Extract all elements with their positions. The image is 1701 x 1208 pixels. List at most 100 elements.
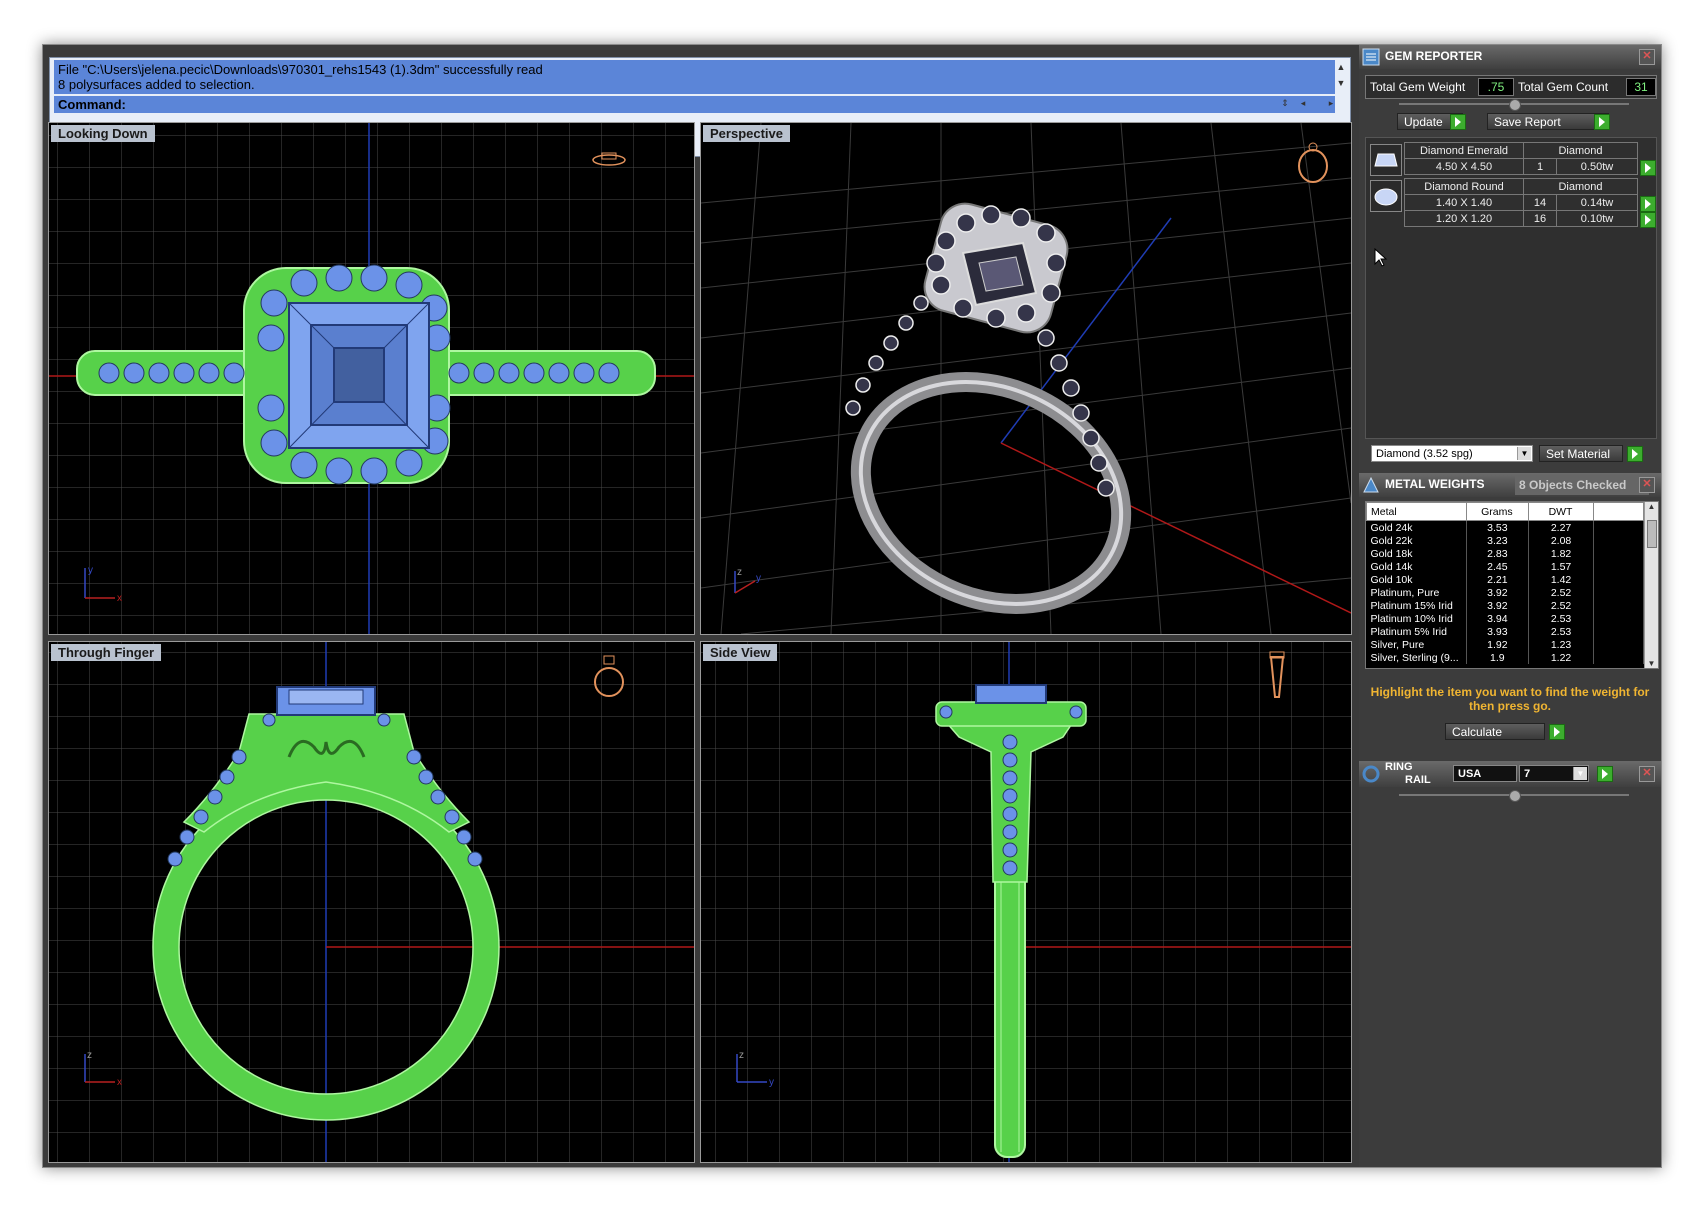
metal-weights-status: 8 Objects Checked	[1515, 475, 1649, 495]
metal-weights-list[interactable]: Metal Grams DWT Gold 24k 3.53 2.27 Gold 22k…	[1365, 501, 1659, 669]
metal-dwt: 2.52	[1528, 599, 1595, 612]
history-line-2: 8 polysurfaces added to selection.	[58, 77, 255, 92]
viewport-title[interactable]: Through Finger	[51, 644, 162, 661]
rhino-window: File "C:\Users\jelena.pecic\Downloads\97…	[42, 44, 1662, 1168]
material-select[interactable]: Diamond (3.52 spg) ▼	[1371, 445, 1533, 462]
splitter-knob[interactable]	[1509, 99, 1521, 111]
metal-weights-header: METAL WEIGHTS 8 Objects Checked ✕	[1359, 473, 1661, 497]
save-report-go-icon[interactable]	[1594, 114, 1610, 130]
metal-grams: 1.92	[1466, 638, 1529, 651]
scroll-up-icon[interactable]: ▲	[1645, 502, 1658, 511]
metal-dwt: 1.42	[1528, 573, 1595, 586]
calculate-go-icon[interactable]	[1549, 724, 1565, 740]
gem-material: Diamond	[1523, 178, 1638, 195]
column-header[interactable]: Grams	[1465, 502, 1529, 521]
splitter-knob[interactable]	[1509, 790, 1521, 802]
metal-grams: 1.9	[1466, 651, 1529, 664]
ring-render	[845, 202, 1132, 614]
history-forward-icon[interactable]: ▸	[1324, 96, 1338, 110]
metal-weights-rows: Gold 24k 3.53 2.27 Gold 22k 3.23 2.08 Gold 18k…	[1366, 520, 1644, 664]
scroll-thumb[interactable]	[1647, 520, 1657, 548]
gem-weight: 0.10tw	[1556, 210, 1638, 227]
set-material-button[interactable]: Set Material	[1539, 445, 1623, 462]
top-view-canvas: y x	[49, 123, 694, 634]
table-row[interactable]: Platinum 5% Irid 3.93 2.53	[1366, 625, 1644, 638]
table-row[interactable]: Platinum 15% Irid 3.92 2.52	[1366, 599, 1644, 612]
metal-dwt: 1.57	[1528, 560, 1595, 573]
row-spacer	[1593, 638, 1644, 651]
set-material-go-icon[interactable]	[1627, 446, 1643, 462]
axis-label-b: x	[117, 593, 122, 604]
metal-grams: 3.94	[1466, 612, 1529, 625]
scroll-down-icon[interactable]: ▼	[1645, 659, 1658, 668]
front-view-canvas: z x	[49, 642, 694, 1162]
gem-row-go-icon[interactable]	[1640, 212, 1656, 228]
gem-group-round[interactable]: Diamond Round Diamond 1.40 X 1.40 14 0.1…	[1404, 178, 1638, 227]
close-icon[interactable]: ✕	[1639, 766, 1655, 782]
update-go-icon[interactable]	[1450, 114, 1466, 130]
gem-group-emerald[interactable]: Diamond Emerald Diamond 4.50 X 4.50 1 0.…	[1404, 142, 1638, 175]
metal-name: Gold 24k	[1366, 520, 1467, 534]
scroll-up-icon[interactable]: ▲	[1334, 60, 1348, 74]
close-icon[interactable]: ✕	[1639, 49, 1655, 65]
calculate-button[interactable]: Calculate	[1445, 723, 1545, 740]
gem-totals-bar: Total Gem Weight .75 Total Gem Count 31	[1365, 75, 1657, 99]
close-icon[interactable]: ✕	[1639, 477, 1655, 493]
metal-grams: 3.53	[1466, 520, 1529, 534]
column-header-empty	[1593, 502, 1644, 521]
metal-weights-table: Metal Grams DWT Gold 24k 3.53 2.27 Gold 22k…	[1366, 502, 1644, 664]
table-row[interactable]: Gold 24k 3.53 2.27	[1366, 520, 1644, 534]
viewport-title[interactable]: Looking Down	[51, 125, 155, 142]
axis-label-b: x	[117, 1077, 122, 1088]
scroll-down-icon[interactable]: ▼	[1334, 76, 1348, 90]
row-spacer	[1593, 651, 1644, 664]
gem-count: 1	[1523, 158, 1557, 175]
ring-rail-header: RING RAIL USA 7 ▼ ✕	[1359, 761, 1661, 787]
viewport-title[interactable]: Perspective	[703, 125, 790, 142]
history-back-icon[interactable]: ◂	[1296, 96, 1310, 110]
row-spacer	[1593, 560, 1644, 573]
gem-size: 1.20 X 1.20	[1404, 210, 1524, 227]
table-row[interactable]: Silver, Sterling (9... 1.9 1.22	[1366, 651, 1644, 664]
metal-grams: 2.45	[1466, 560, 1529, 573]
metal-grams: 2.21	[1466, 573, 1529, 586]
table-row[interactable]: Gold 18k 2.83 1.82	[1366, 547, 1644, 560]
row-spacer	[1593, 586, 1644, 599]
spin-icon[interactable]: ⇕	[1278, 96, 1292, 110]
table-row[interactable]: Gold 10k 2.21 1.42	[1366, 573, 1644, 586]
gem-reporter-title: GEM REPORTER	[1385, 49, 1483, 63]
gem-list[interactable]: Diamond Emerald Diamond 4.50 X 4.50 1 0.…	[1365, 137, 1657, 439]
viewport-title[interactable]: Side View	[703, 644, 778, 661]
metal-grams: 3.92	[1466, 586, 1529, 599]
table-row[interactable]: Gold 22k 3.23 2.08	[1366, 534, 1644, 547]
command-line[interactable]: Command:	[54, 96, 1335, 113]
viewport-perspective[interactable]: Perspective z y	[700, 122, 1352, 635]
metal-name: Gold 10k	[1366, 573, 1467, 586]
metal-grams: 3.93	[1466, 625, 1529, 638]
axis-label-a: z	[87, 1050, 92, 1061]
viewport-side-view[interactable]: Side View z y	[700, 641, 1352, 1163]
material-select-value: Diamond (3.52 spg)	[1376, 448, 1473, 460]
ring-rail-go-icon[interactable]	[1597, 766, 1613, 782]
table-row[interactable]: Silver, Pure 1.92 1.23	[1366, 638, 1644, 651]
ring-region-select[interactable]: USA	[1453, 765, 1517, 782]
column-header[interactable]: Metal	[1366, 502, 1467, 521]
save-report-button[interactable]: Save Report	[1487, 113, 1609, 130]
table-row[interactable]: Platinum 10% Irid 3.94 2.53	[1366, 612, 1644, 625]
table-row[interactable]: Platinum, Pure 3.92 2.52	[1366, 586, 1644, 599]
chevron-down-icon[interactable]: ▼	[1573, 767, 1587, 780]
column-header[interactable]: DWT	[1527, 502, 1595, 521]
gem-row-go-icon[interactable]	[1640, 196, 1656, 212]
viewport-through-finger[interactable]: Through Finger z x	[48, 641, 695, 1163]
axis-label-b: y	[769, 1077, 774, 1088]
row-spacer	[1593, 520, 1644, 534]
gem-row-go-icon[interactable]	[1640, 160, 1656, 176]
total-gem-weight-label: Total Gem Weight	[1370, 80, 1466, 94]
table-row[interactable]: Gold 14k 2.45 1.57	[1366, 560, 1644, 573]
ring-rail-icon	[1362, 765, 1380, 783]
viewport-looking-down[interactable]: Looking Down y x	[48, 122, 695, 635]
row-spacer	[1593, 534, 1644, 547]
chevron-down-icon[interactable]: ▼	[1517, 447, 1531, 460]
ring-size-select[interactable]: 7 ▼	[1519, 765, 1589, 782]
metal-list-scrollbar[interactable]: ▲ ▼	[1644, 502, 1658, 668]
